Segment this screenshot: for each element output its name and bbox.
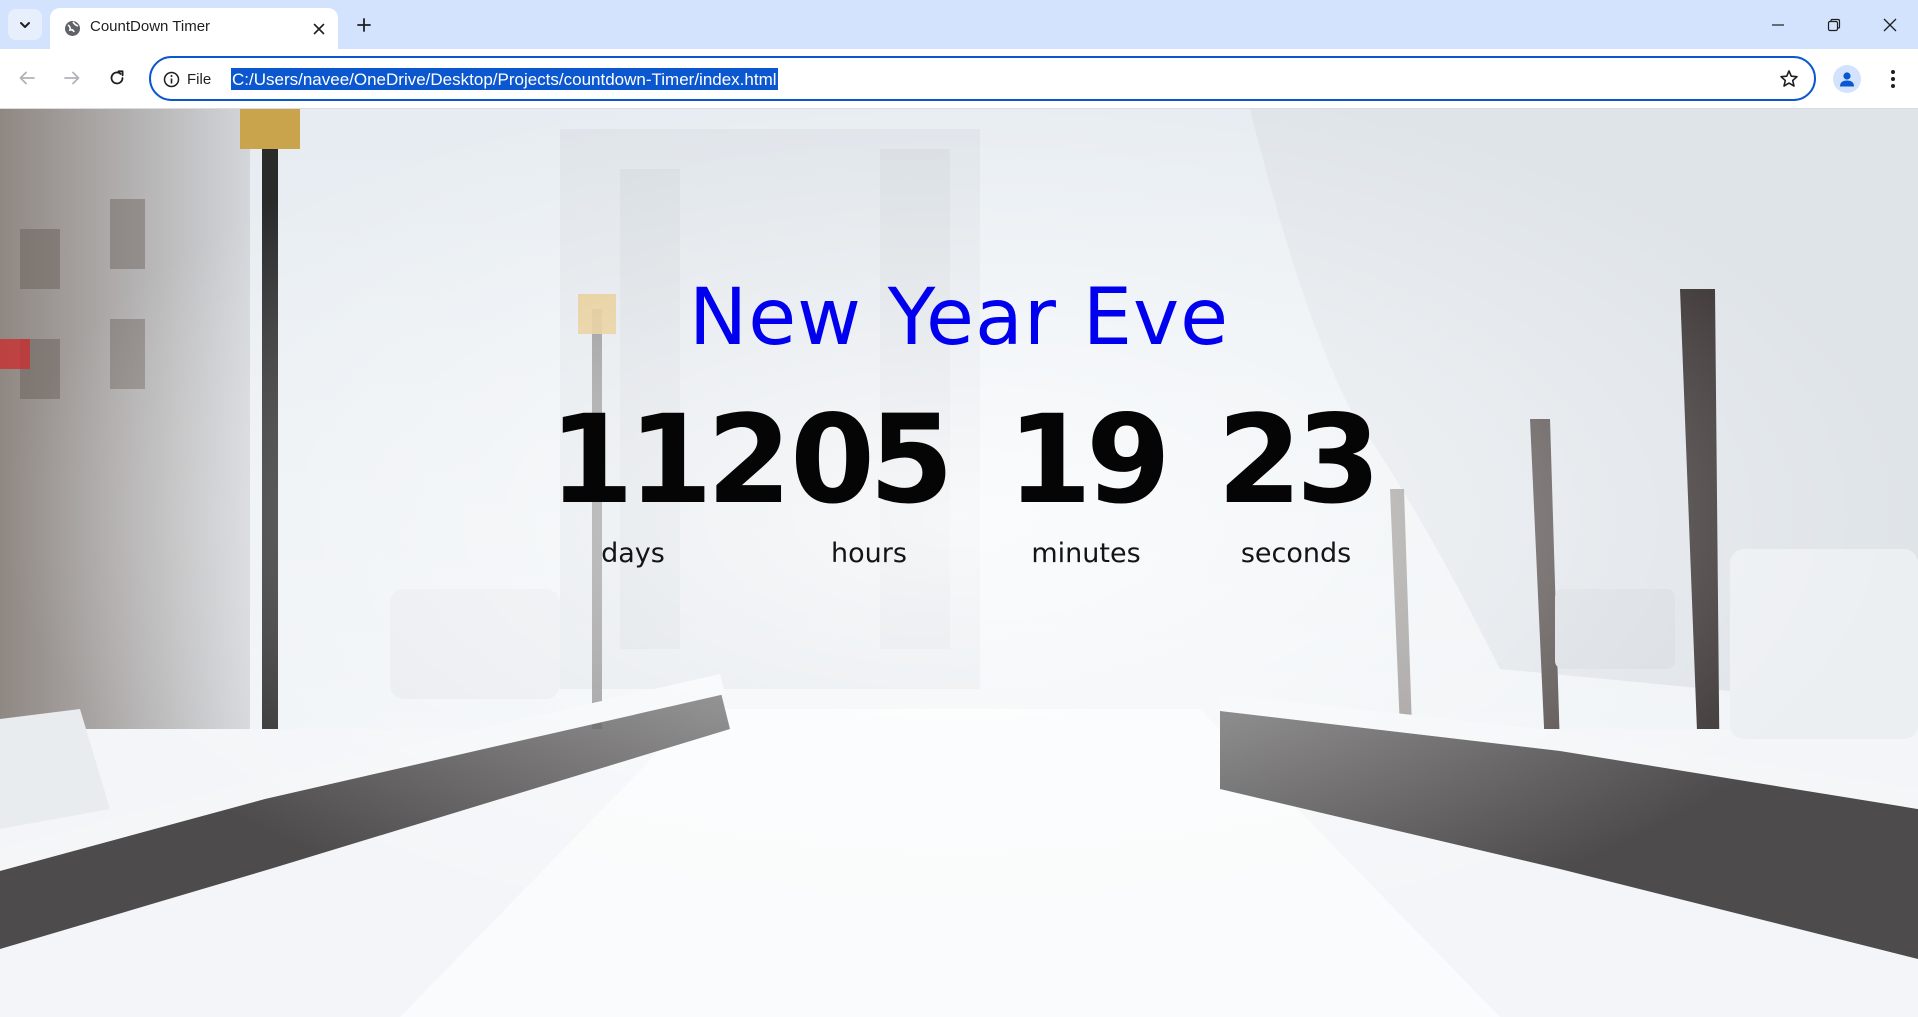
arrow-right-icon bbox=[64, 71, 80, 85]
tab-search-button[interactable] bbox=[8, 9, 42, 40]
profile-button[interactable] bbox=[1833, 65, 1861, 93]
reload-icon bbox=[110, 70, 124, 85]
restore-icon bbox=[1827, 18, 1841, 31]
forward-button[interactable] bbox=[57, 63, 87, 93]
back-button[interactable] bbox=[12, 63, 42, 93]
site-info-button[interactable]: File bbox=[163, 67, 211, 91]
bookmark-button[interactable] bbox=[1778, 68, 1800, 90]
minutes-value: 19 bbox=[1007, 389, 1171, 531]
close-icon bbox=[1883, 18, 1897, 31]
days-value: 112 bbox=[549, 389, 792, 531]
countdown-minutes: 19 minutes bbox=[1002, 389, 1171, 569]
star-icon bbox=[1780, 70, 1798, 87]
background-image bbox=[0, 109, 1918, 1017]
close-window-button[interactable] bbox=[1862, 0, 1918, 49]
browser-menu-button[interactable] bbox=[1880, 65, 1906, 93]
minimize-button[interactable] bbox=[1750, 0, 1806, 49]
hours-value: 05 bbox=[790, 389, 954, 531]
globe-icon bbox=[65, 21, 80, 36]
page-title: New Year Eve bbox=[688, 273, 1230, 364]
minutes-label: minutes bbox=[1031, 538, 1141, 569]
address-bar[interactable]: File C:/Users/navee/OneDrive/Desktop/Pro… bbox=[149, 56, 1816, 101]
arrow-left-icon bbox=[19, 71, 35, 85]
countdown-hours: 05 hours bbox=[785, 389, 954, 569]
minimize-icon bbox=[1772, 23, 1784, 26]
seconds-label: seconds bbox=[1240, 538, 1352, 569]
days-label: days bbox=[601, 538, 665, 569]
new-tab-button[interactable] bbox=[350, 11, 378, 39]
chevron-down-icon bbox=[20, 21, 30, 28]
active-tab[interactable]: CountDown Timer bbox=[50, 8, 338, 49]
countdown-days: 112 days bbox=[549, 389, 792, 569]
hours-label: hours bbox=[831, 538, 907, 569]
info-icon bbox=[163, 71, 180, 87]
browser-tab-strip: CountDown Timer bbox=[0, 0, 1918, 49]
tab-close-button[interactable] bbox=[309, 19, 329, 39]
countdown-seconds: 23 seconds bbox=[1212, 389, 1381, 569]
browser-toolbar: File C:/Users/navee/OneDrive/Desktop/Pro… bbox=[0, 49, 1918, 109]
restore-button[interactable] bbox=[1806, 0, 1862, 49]
security-label: File bbox=[187, 70, 212, 88]
url-text[interactable]: C:/Users/navee/OneDrive/Desktop/Projects… bbox=[231, 68, 778, 90]
close-icon bbox=[313, 23, 325, 35]
reload-button[interactable] bbox=[102, 63, 132, 93]
page-viewport: New Year Eve 112 days 05 hours 19 minute… bbox=[0, 109, 1918, 1017]
seconds-value: 23 bbox=[1217, 389, 1381, 531]
kebab-menu-icon bbox=[1891, 70, 1895, 88]
person-icon bbox=[1840, 72, 1854, 87]
plus-icon bbox=[357, 18, 371, 32]
tab-title: CountDown Timer bbox=[90, 18, 211, 35]
